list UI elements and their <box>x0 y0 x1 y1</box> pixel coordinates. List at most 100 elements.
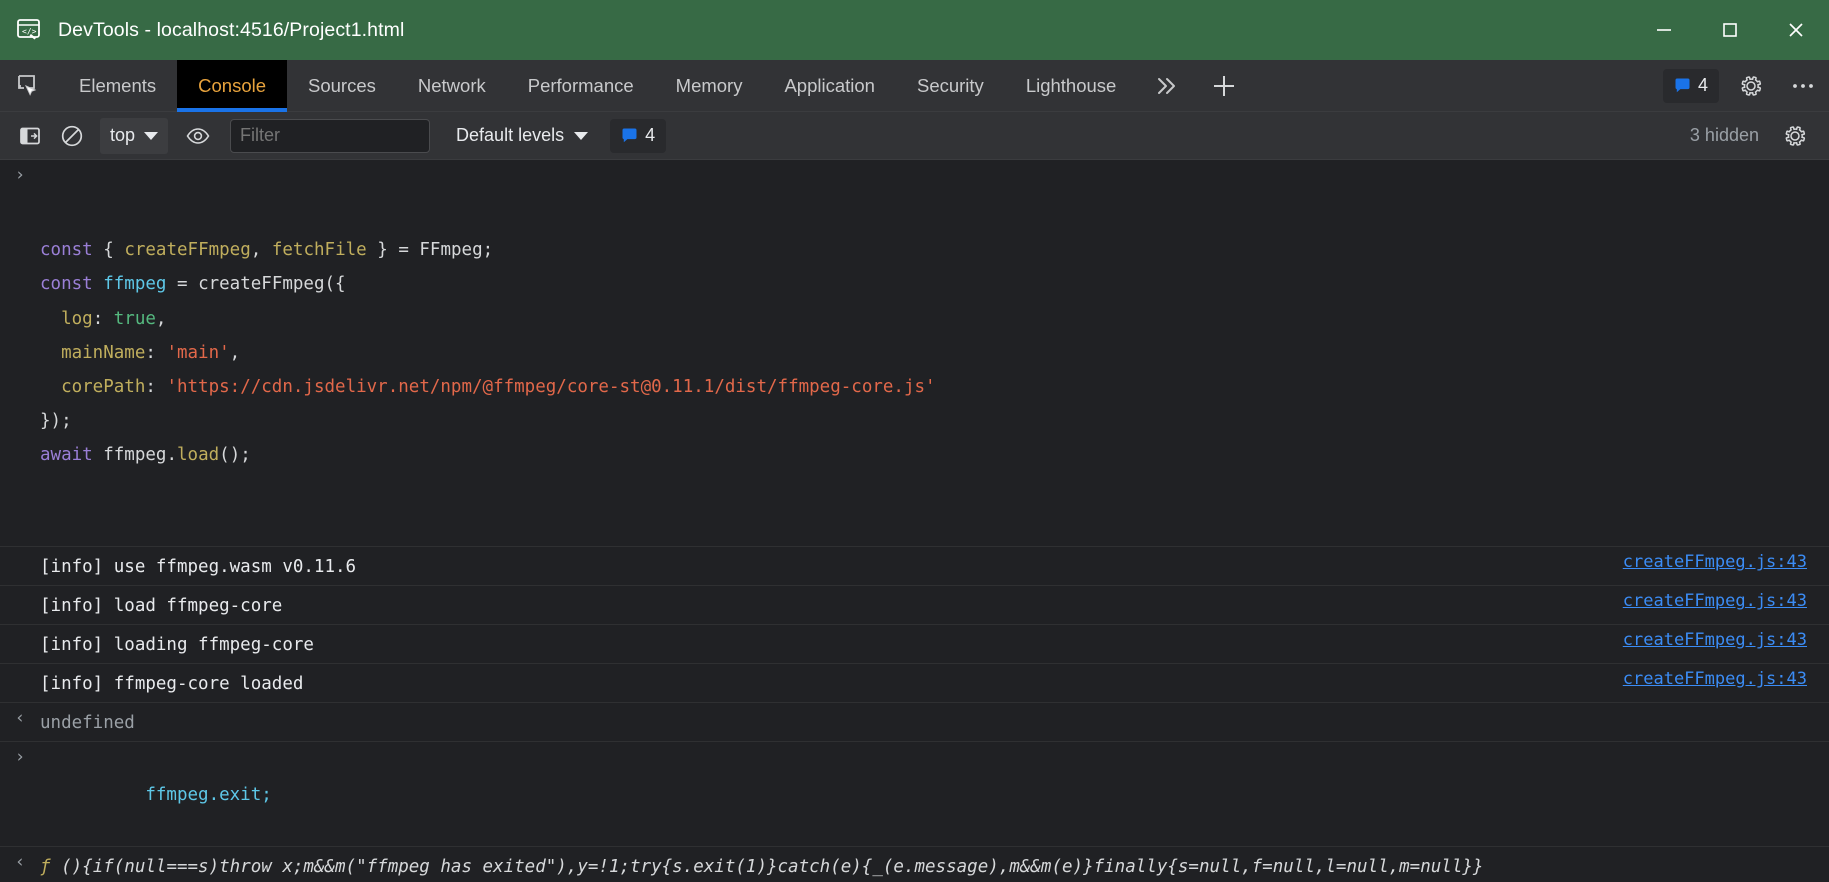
tab-security-label: Security <box>916 74 984 96</box>
console-issues-badge[interactable]: 4 <box>610 118 667 153</box>
tab-console[interactable]: Console <box>177 60 288 112</box>
tab-security[interactable]: Security <box>896 60 1005 111</box>
message-source-link[interactable]: createFFmpeg.js:43 <box>1623 626 1829 650</box>
eye-icon <box>186 127 210 144</box>
message-text: [info] use ffmpeg.wasm v0.11.6 <box>40 557 357 578</box>
tab-application-label: Application <box>784 74 875 96</box>
more-tabs-button[interactable] <box>1137 60 1195 111</box>
window-title: DevTools - localhost:4516/Project1.html <box>58 18 405 41</box>
tab-lighthouse[interactable]: Lighthouse <box>1005 60 1138 111</box>
tab-application[interactable]: Application <box>763 60 896 111</box>
console-settings-button[interactable] <box>1775 118 1815 154</box>
tab-memory-label: Memory <box>675 74 743 96</box>
code-token: : <box>92 308 114 329</box>
info-bubble-icon <box>1675 78 1690 93</box>
console-input-entry[interactable]: › const { createFFmpeg, fetchFile } = FF… <box>0 160 1829 548</box>
input-2-text: ffmpeg.exit; <box>145 784 272 805</box>
tab-performance-label: Performance <box>527 74 634 96</box>
console-issues-count: 4 <box>645 125 656 145</box>
code-token: = <box>387 240 420 261</box>
message-gutter <box>0 665 40 669</box>
tab-elements-label: Elements <box>79 74 157 96</box>
console-sidebar-toggle-button[interactable] <box>10 118 50 154</box>
tab-performance[interactable]: Performance <box>507 60 655 111</box>
show-console-sidebar-icon <box>20 127 40 144</box>
console-result-function: ‹ ƒ (){if(null===s)throw x;m&&m("ffmpeg … <box>0 847 1829 882</box>
console-message-list[interactable]: › const { createFFmpeg, fetchFile } = FF… <box>0 160 1829 882</box>
message-count-value: 4 <box>1697 75 1708 95</box>
message-source-link[interactable]: createFFmpeg.js:43 <box>1623 665 1829 689</box>
tab-console-label: Console <box>198 74 267 96</box>
output-marker: ‹ <box>14 707 26 728</box>
output-marker-2: ‹ <box>14 851 26 872</box>
code-line: await ffmpeg.load(); <box>40 438 1829 472</box>
console-info-messages: [info] use ffmpeg.wasm v0.11.6 createFFmp… <box>0 547 1829 703</box>
code-token: , <box>229 342 241 363</box>
three-dots-icon <box>1793 83 1813 88</box>
tab-lighthouse-label: Lighthouse <box>1025 74 1117 96</box>
message-source-link[interactable]: createFFmpeg.js:43 <box>1623 587 1829 611</box>
tab-network[interactable]: Network <box>397 60 507 111</box>
code-token: const <box>40 274 93 295</box>
function-glyph: ƒ <box>40 856 51 877</box>
close-button[interactable] <box>1763 0 1829 60</box>
code-token: , <box>155 308 167 329</box>
maximize-button[interactable] <box>1697 0 1763 60</box>
inspect-element-button[interactable] <box>0 60 58 111</box>
clear-console-button[interactable] <box>52 118 92 154</box>
code-lines: const { createFFmpeg, fetchFile } = FFmp… <box>40 233 1829 472</box>
live-expression-button[interactable] <box>178 118 218 154</box>
message-source-link[interactable]: createFFmpeg.js:43 <box>1623 548 1829 572</box>
execution-context-label: top <box>110 125 136 145</box>
message-count-badge[interactable]: 4 <box>1662 68 1719 103</box>
execution-context-selector[interactable]: top <box>100 117 169 154</box>
tab-sources[interactable]: Sources <box>287 60 397 111</box>
add-panel-button[interactable] <box>1195 60 1253 111</box>
code-token: createFFmpeg({ <box>198 274 346 295</box>
tab-memory[interactable]: Memory <box>655 60 764 111</box>
svg-text:</>: </> <box>22 27 37 36</box>
code-token: true <box>113 308 156 329</box>
window-titlebar: </> DevTools - localhost:4516/Project1.h… <box>0 0 1829 60</box>
tab-sources-label: Sources <box>308 74 376 96</box>
gear-icon <box>1741 75 1762 96</box>
log-levels-selector[interactable]: Default levels <box>446 118 598 154</box>
code-line: const ffmpeg = createFFmpeg({ <box>40 267 1829 301</box>
code-token: { <box>103 240 114 261</box>
clear-console-icon <box>61 125 83 146</box>
devtools-window: </> DevTools - localhost:4516/Project1.h… <box>0 0 1829 882</box>
console-input-entry-2[interactable]: › ffmpeg.exit; <box>0 742 1829 847</box>
devtools-icon: </> <box>14 15 44 45</box>
console-message-row: [info] load ffmpeg-core createFFmpeg.js:4… <box>0 586 1829 626</box>
code-token: createFFmpeg <box>124 240 251 261</box>
devtools-more-options-button[interactable] <box>1777 60 1829 111</box>
console-result-undefined: ‹ undefined <box>0 703 1829 742</box>
result-undefined-value: undefined <box>40 712 135 733</box>
console-filter-input[interactable] <box>230 118 431 153</box>
info-bubble-icon <box>622 128 637 143</box>
minimize-icon <box>1657 29 1671 31</box>
tabstrip-spacer <box>1253 60 1657 111</box>
code-token: load <box>177 445 220 465</box>
log-levels-label: Default levels <box>456 125 565 145</box>
code-token: = <box>166 274 199 295</box>
plus-icon <box>1214 75 1235 96</box>
console-scroll-area: › const { createFFmpeg, fetchFile } = FF… <box>0 160 1829 882</box>
input-marker: › <box>14 165 26 185</box>
code-token: 'main' <box>166 342 230 363</box>
minimize-button[interactable] <box>1631 0 1697 60</box>
chevron-down-icon <box>144 131 159 140</box>
code-line: log: true, <box>40 302 1829 336</box>
devtools-tabstrip: Elements Console Sources Network Perform… <box>0 60 1829 112</box>
console-message-row: [info] loading ffmpeg-core createFFmpeg.j… <box>0 625 1829 665</box>
tab-elements[interactable]: Elements <box>58 60 177 111</box>
code-token: await <box>40 445 93 465</box>
devtools-settings-button[interactable] <box>1725 60 1777 111</box>
close-icon <box>1789 23 1803 37</box>
